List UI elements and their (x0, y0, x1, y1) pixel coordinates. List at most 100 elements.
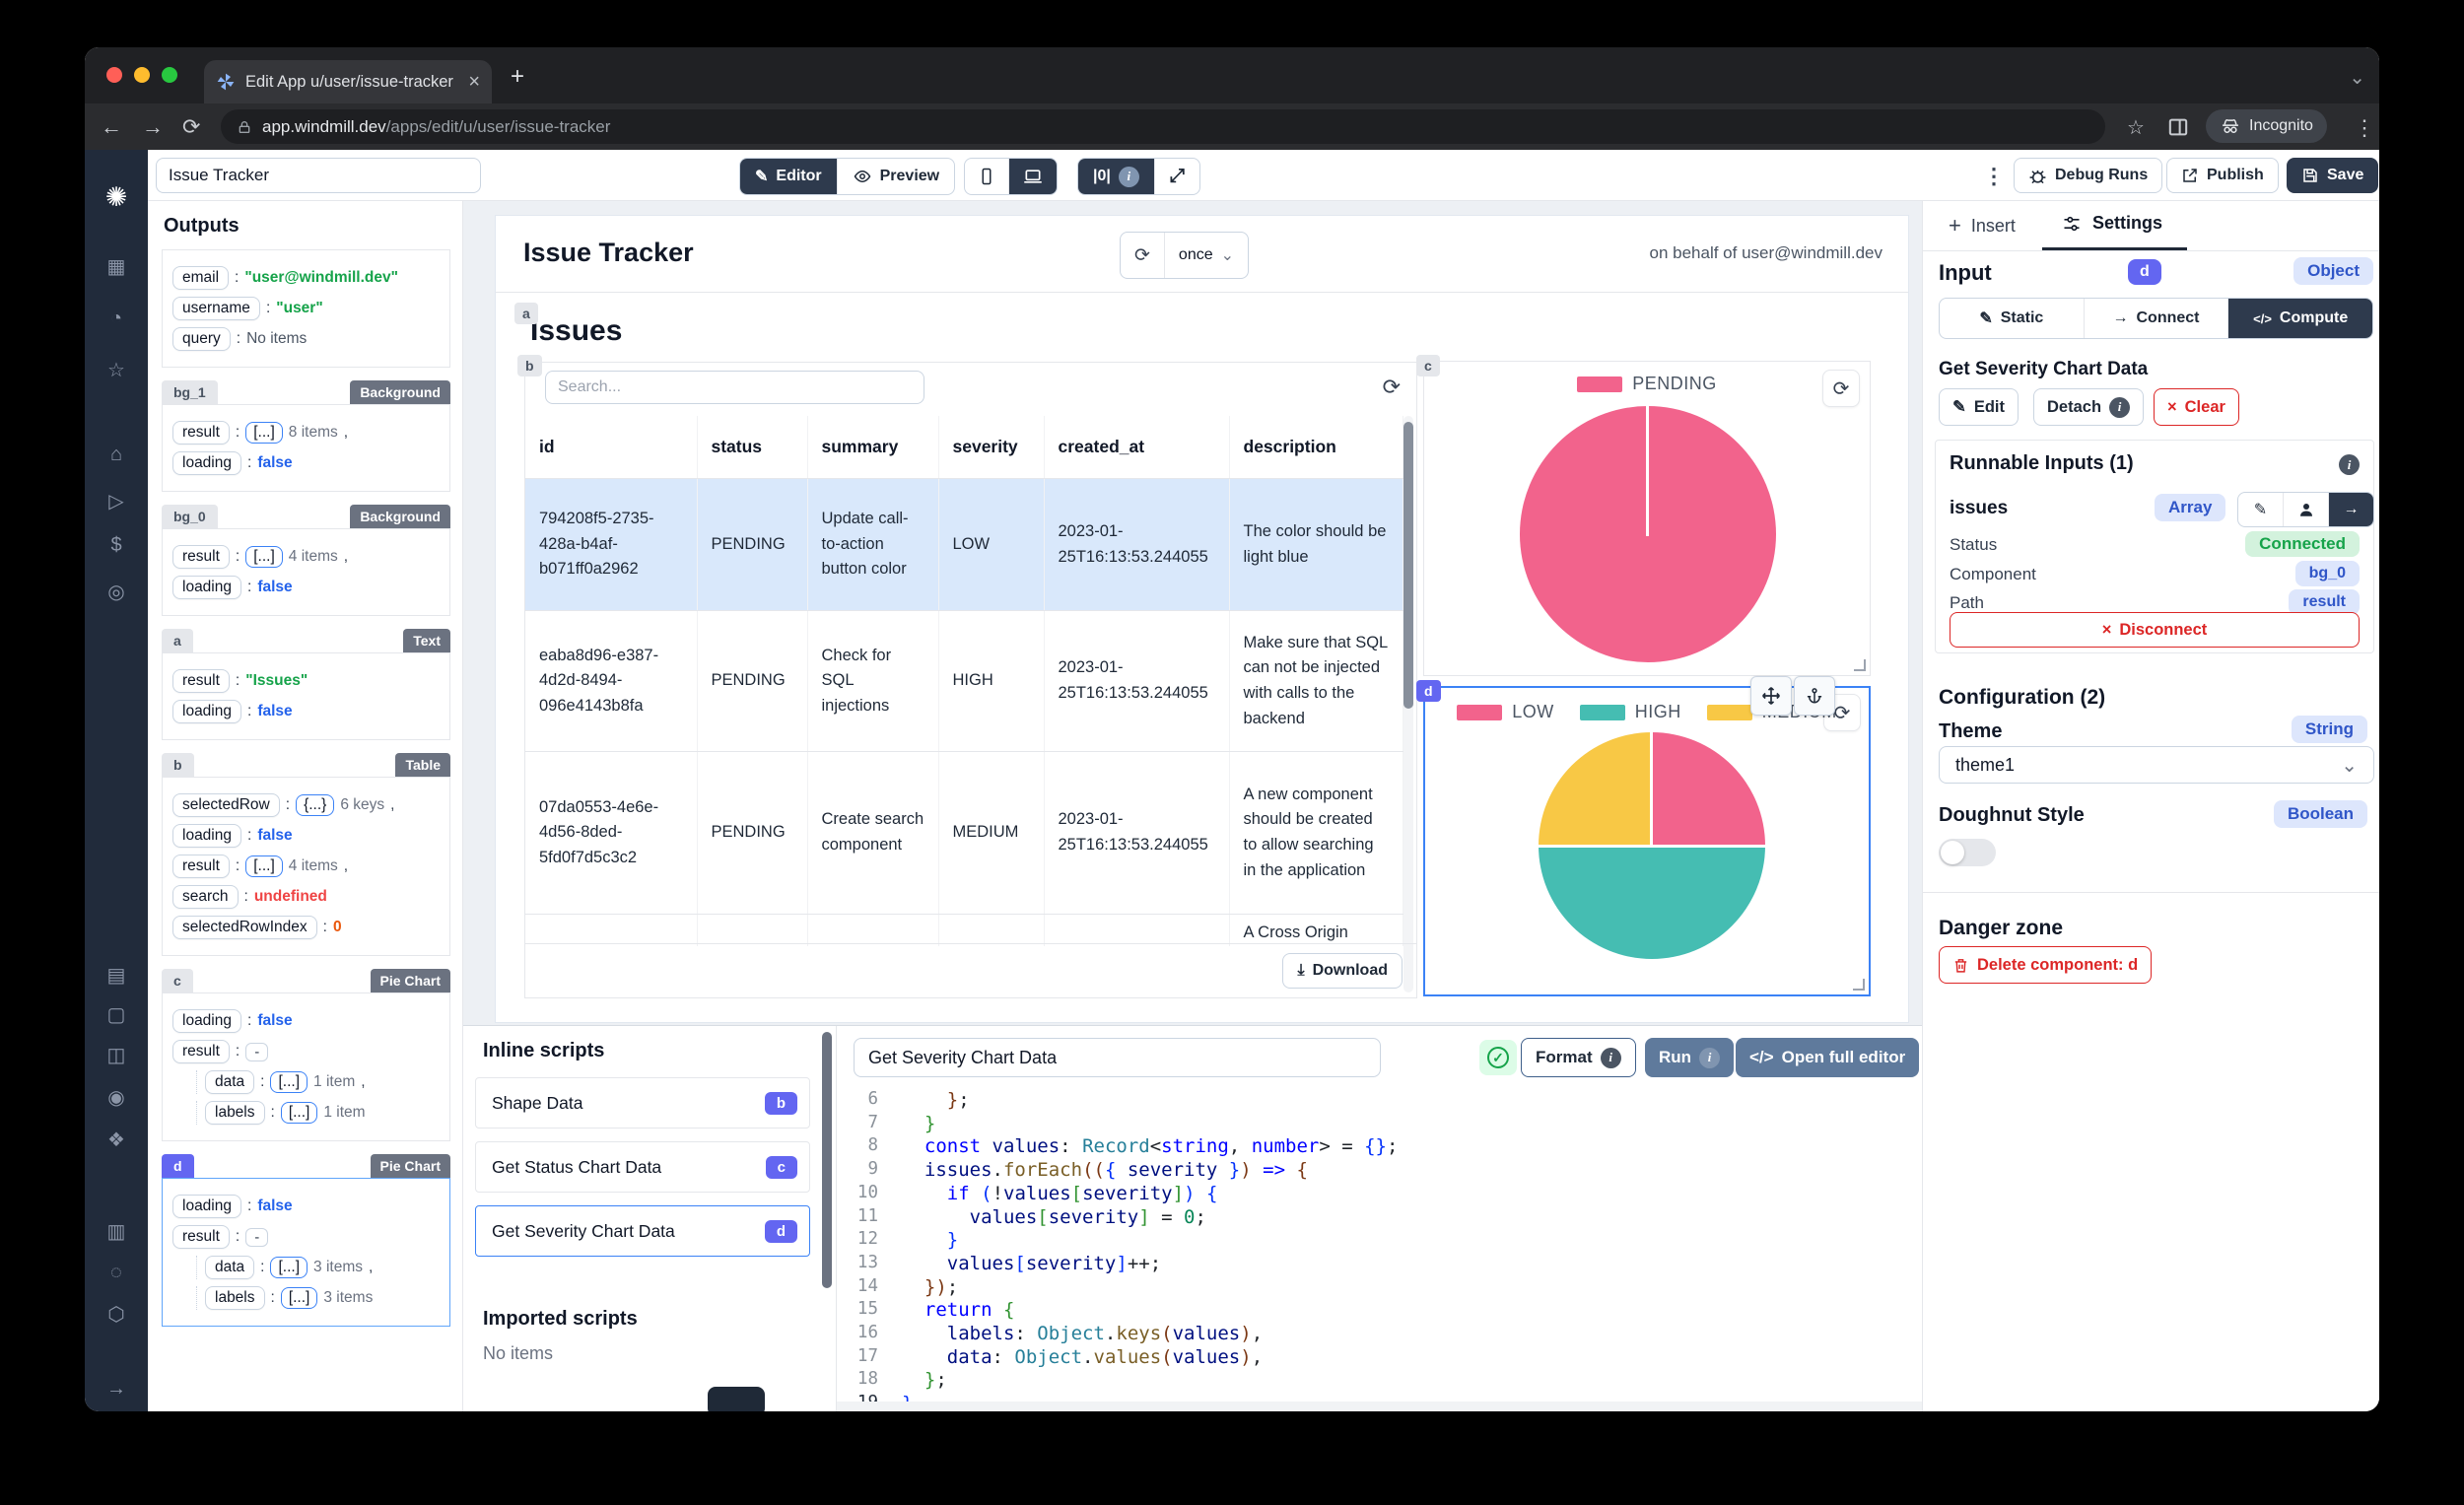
column-header-summary[interactable]: summary (807, 416, 939, 479)
save-button[interactable]: Save (2287, 158, 2379, 193)
move-handle[interactable] (1750, 676, 1792, 716)
groups-icon[interactable]: ◫ (85, 1043, 148, 1067)
section-id-tab[interactable]: a (162, 629, 193, 652)
column-header-severity[interactable]: severity (938, 416, 1045, 479)
column-header-id[interactable]: id (525, 416, 698, 479)
expander-pill[interactable]: [...] (270, 1257, 308, 1278)
expander-pill[interactable]: [...] (245, 546, 283, 568)
table-row[interactable]: eaba8d96-e387-4d2d-8494-096e4143b8fa PEND… (525, 610, 1403, 752)
fullscreen-button[interactable]: ⤢ (1155, 159, 1199, 194)
column-header-status[interactable]: status (697, 416, 808, 479)
component-badge-c[interactable]: c (1416, 355, 1440, 376)
user-icon[interactable]: ◔ (85, 308, 148, 330)
schedule-dropdown[interactable]: once ⌄ (1165, 233, 1248, 278)
anchor-button[interactable] (1794, 676, 1835, 716)
inline-script-item[interactable]: Get Status Chart Data c (475, 1141, 810, 1193)
compute-mode-button[interactable]: </> Compute (2228, 299, 2372, 338)
runs-icon[interactable]: ▷ (85, 489, 148, 513)
legend-item[interactable]: HIGH (1579, 702, 1681, 722)
run-button[interactable]: Run i (1645, 1038, 1735, 1077)
table-row[interactable]: 794208f5-2735-428a-b4af-b071ff0a2962 PEND… (525, 478, 1403, 611)
tab-settings[interactable]: Settings (2061, 213, 2162, 234)
traffic-minimize-button[interactable] (134, 67, 150, 83)
status-pie-card[interactable]: PENDING ⟳ (1423, 361, 1871, 676)
apps-icon[interactable]: ▦ (85, 254, 148, 279)
format-button[interactable]: Format i (1521, 1038, 1636, 1077)
component-badge-b[interactable]: b (517, 355, 542, 376)
collapse-pill[interactable]: - (245, 1042, 269, 1061)
tab-list-chevron-icon[interactable]: ⌄ (2349, 65, 2365, 90)
doughnut-toggle[interactable] (1939, 839, 1996, 866)
user-mode-button[interactable] (2284, 493, 2329, 526)
edit-script-button[interactable]: ✎ Edit (1939, 388, 2019, 426)
workers-icon[interactable]: ❖ (85, 1128, 148, 1152)
section-id-tab[interactable]: bg_1 (162, 380, 218, 404)
address-bar[interactable]: app.windmill.dev/apps/edit/u/user/issue-… (221, 109, 2105, 144)
expander-pill[interactable]: {...} (296, 794, 335, 816)
grid-lines-button[interactable]: |0| i (1078, 159, 1155, 194)
publish-button[interactable]: Publish (2166, 158, 2279, 193)
favorites-icon[interactable]: ☆ (85, 358, 148, 382)
static-mode-button[interactable]: ✎ Static (1940, 299, 2085, 338)
github-icon[interactable]: ⬡ (85, 1302, 148, 1327)
hidden-button[interactable] (708, 1387, 765, 1411)
table-search-input[interactable] (545, 371, 924, 404)
column-header-description[interactable]: description (1229, 416, 1403, 479)
preview-mode-button[interactable]: Preview (838, 159, 954, 194)
section-id-tab[interactable]: d (162, 1154, 194, 1178)
home-icon[interactable]: ⌂ (85, 444, 148, 466)
disconnect-button[interactable]: × Disconnect (1950, 612, 2360, 648)
column-header-created_at[interactable]: created_at (1044, 416, 1230, 479)
table-row[interactable]: 07da0553-4e6e-4d56-8ded-5fd0f7d5c3c2 PEND… (525, 751, 1403, 915)
forward-icon[interactable]: → (142, 114, 164, 140)
table-refresh-icon[interactable]: ⟳ (1383, 375, 1401, 400)
component-badge-a[interactable]: a (514, 303, 538, 324)
detach-button[interactable]: Detach i (2033, 388, 2145, 426)
chart-refresh-button[interactable]: ⟳ (1822, 370, 1860, 407)
inline-script-item[interactable]: Get Severity Chart Data d (475, 1205, 810, 1257)
traffic-close-button[interactable] (106, 67, 122, 83)
resources-icon[interactable]: ◎ (85, 580, 148, 604)
toolbar-menu-icon[interactable]: ⋮ (1983, 164, 2005, 189)
new-tab-button[interactable]: + (511, 65, 524, 89)
mobile-view-button[interactable] (965, 159, 1009, 194)
connect-mode-button[interactable]: → (2329, 493, 2373, 526)
clear-button[interactable]: × Clear (2154, 388, 2239, 426)
severity-pie-card[interactable]: ⟳ LOWHIGHMEDIUM (1423, 676, 1871, 996)
expander-pill[interactable]: [...] (280, 1287, 318, 1309)
tab-close-icon[interactable]: × (468, 71, 480, 94)
scripts-scrollbar-thumb[interactable] (822, 1032, 832, 1288)
script-name-input[interactable] (854, 1038, 1381, 1077)
browser-menu-icon[interactable]: ⋮ (2354, 115, 2375, 141)
app-refresh-button[interactable]: ⟳ (1121, 233, 1165, 278)
browser-tab[interactable]: Edit App u/user/issue-tracker | × (204, 60, 492, 103)
traffic-zoom-button[interactable] (162, 67, 177, 83)
audit-icon[interactable]: ◉ (85, 1085, 148, 1110)
expander-pill[interactable]: [...] (245, 422, 283, 444)
tab-panel-icon[interactable] (2168, 118, 2188, 136)
section-id-tab[interactable]: bg_0 (162, 505, 218, 528)
resize-handle[interactable] (1853, 979, 1865, 991)
section-id-tab[interactable]: b (162, 753, 194, 777)
resize-handle[interactable] (1854, 659, 1866, 671)
table-row[interactable]: A Cross Origin (525, 914, 1403, 946)
collapse-pill[interactable]: - (245, 1227, 269, 1247)
delete-component-button[interactable]: Delete component: d (1939, 946, 2153, 984)
section-id-tab[interactable]: c (162, 969, 193, 992)
desktop-view-button[interactable] (1009, 159, 1057, 194)
editor-mode-button[interactable]: ✎ Editor (740, 159, 838, 194)
download-button[interactable]: ⤓ Download (1282, 953, 1403, 989)
app-name-input[interactable] (156, 158, 481, 193)
legend-item[interactable]: PENDING (1577, 374, 1717, 394)
static-mode-button[interactable]: ✎ (2238, 493, 2284, 526)
variables-icon[interactable]: $ (85, 534, 148, 557)
reload-icon[interactable]: ⟳ (182, 114, 200, 140)
folders-icon[interactable]: ▢ (85, 1002, 148, 1027)
expander-pill[interactable]: [...] (270, 1071, 308, 1093)
community-icon[interactable]: ◌ (85, 1262, 148, 1284)
tab-insert[interactable]: + Insert (1949, 213, 2016, 239)
collapse-icon[interactable]: → (85, 1378, 148, 1401)
back-icon[interactable]: ← (101, 114, 122, 140)
table-scrollbar-thumb[interactable] (1403, 422, 1413, 709)
expander-pill[interactable]: [...] (280, 1102, 318, 1124)
